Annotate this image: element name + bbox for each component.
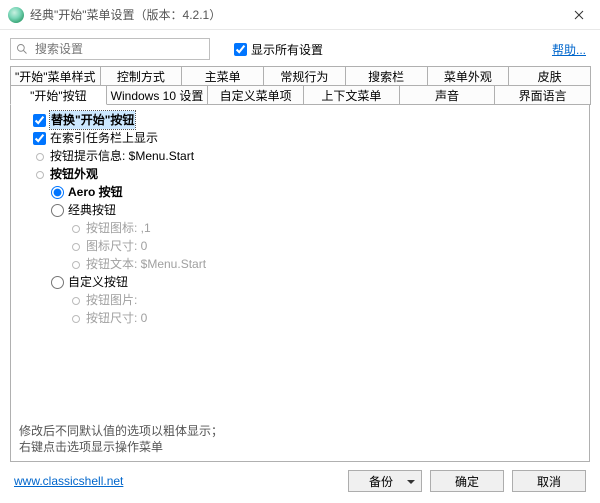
bullet-icon	[69, 258, 82, 271]
opt-classic-iconsize[interactable]: 图标尺寸: 0	[15, 237, 585, 255]
bullet-icon	[69, 240, 82, 253]
opt-label: 按钮图片:	[86, 291, 137, 309]
show-all-label: 显示所有设置	[251, 41, 323, 58]
show-all-checkbox[interactable]: 显示所有设置	[234, 41, 323, 58]
tab-menu-look[interactable]: 菜单外观	[427, 66, 510, 86]
tab-sounds[interactable]: 声音	[399, 85, 496, 105]
tab-row-1: "开始"菜单样式 控制方式 主菜单 常规行为 搜索栏 菜单外观 皮肤	[10, 66, 590, 86]
tab-start-menu-style[interactable]: "开始"菜单样式	[10, 66, 101, 86]
hint-line: 右键点击选项显示操作菜单	[19, 439, 223, 455]
opt-classic-button[interactable]: 经典按钮	[15, 201, 585, 219]
opt-custom-button[interactable]: 自定义按钮	[15, 273, 585, 291]
search-icon	[11, 43, 33, 55]
bullet-icon	[69, 294, 82, 307]
bullet-icon	[69, 222, 82, 235]
show-all-input[interactable]	[234, 43, 247, 56]
close-button[interactable]	[558, 0, 600, 30]
title-bar: 经典"开始"菜单设置（版本：4.2.1）	[0, 0, 600, 30]
opt-label: Aero 按钮	[68, 183, 123, 201]
tab-language[interactable]: 界面语言	[494, 85, 591, 105]
bullet-icon	[69, 312, 82, 325]
search-box[interactable]	[10, 38, 210, 60]
opt-label: 在索引任务栏上显示	[50, 129, 158, 147]
tab-controls[interactable]: 控制方式	[100, 66, 183, 86]
website-link[interactable]: www.classicshell.net	[14, 474, 123, 488]
group-button-look: 按钮外观	[15, 165, 585, 183]
tab-search-box[interactable]: 搜索栏	[345, 66, 428, 86]
opt-custom-size[interactable]: 按钮尺寸: 0	[15, 309, 585, 327]
toolbar: 显示所有设置 帮助...	[0, 30, 600, 66]
opt-label: 按钮文本: $Menu.Start	[86, 255, 206, 273]
tab-start-button[interactable]: "开始"按钮	[10, 85, 107, 105]
hint-text: 修改后不同默认值的选项以粗体显示； 右键点击选项显示操作菜单	[19, 423, 223, 455]
tab-windows10-settings[interactable]: Windows 10 设置	[106, 85, 209, 105]
opt-aero-button[interactable]: Aero 按钮	[15, 183, 585, 201]
settings-tree: 替换"开始"按钮 在索引任务栏上显示 按钮提示信息: $Menu.Start 按…	[15, 111, 585, 327]
help-link[interactable]: 帮助...	[552, 41, 590, 58]
radio-icon[interactable]	[51, 186, 64, 199]
tab-general-behavior[interactable]: 常规行为	[263, 66, 346, 86]
search-input[interactable]	[33, 39, 203, 59]
opt-label: 经典按钮	[68, 201, 116, 219]
opt-show-taskbars[interactable]: 在索引任务栏上显示	[15, 129, 585, 147]
opt-classic-text[interactable]: 按钮文本: $Menu.Start	[15, 255, 585, 273]
opt-button-tooltip[interactable]: 按钮提示信息: $Menu.Start	[15, 147, 585, 165]
bullet-icon	[33, 168, 46, 181]
tab-customize-menu[interactable]: 自定义菜单项	[207, 85, 304, 105]
settings-panel: 替换"开始"按钮 在索引任务栏上显示 按钮提示信息: $Menu.Start 按…	[10, 104, 590, 462]
opt-custom-image[interactable]: 按钮图片:	[15, 291, 585, 309]
window-title: 经典"开始"菜单设置（版本：4.2.1）	[30, 6, 558, 23]
tab-skin[interactable]: 皮肤	[508, 66, 591, 86]
opt-classic-icon[interactable]: 按钮图标: ,1	[15, 219, 585, 237]
tab-main-menu[interactable]: 主菜单	[181, 66, 264, 86]
opt-label: 按钮图标: ,1	[86, 219, 151, 237]
opt-label: 按钮尺寸: 0	[86, 309, 147, 327]
checkbox-icon[interactable]	[33, 114, 46, 127]
radio-icon[interactable]	[51, 276, 64, 289]
tab-strip: "开始"菜单样式 控制方式 主菜单 常规行为 搜索栏 菜单外观 皮肤 "开始"按…	[0, 66, 600, 105]
opt-label: 图标尺寸: 0	[86, 237, 147, 255]
ok-button[interactable]: 确定	[430, 470, 504, 492]
footer-bar: www.classicshell.net 备份 确定 取消	[0, 462, 600, 500]
radio-icon[interactable]	[51, 204, 64, 217]
opt-label: 按钮提示信息: $Menu.Start	[50, 147, 194, 165]
hint-line: 修改后不同默认值的选项以粗体显示；	[19, 423, 223, 439]
tab-row-2: "开始"按钮 Windows 10 设置 自定义菜单项 上下文菜单 声音 界面语…	[10, 85, 590, 105]
bullet-icon	[33, 150, 46, 163]
opt-replace-start-button[interactable]: 替换"开始"按钮	[15, 111, 585, 129]
close-icon	[574, 10, 584, 20]
cancel-button[interactable]: 取消	[512, 470, 586, 492]
group-label: 按钮外观	[50, 165, 98, 183]
opt-label: 替换"开始"按钮	[50, 111, 135, 129]
app-icon	[8, 7, 24, 23]
opt-label: 自定义按钮	[68, 273, 128, 291]
checkbox-icon[interactable]	[33, 132, 46, 145]
tab-context-menu[interactable]: 上下文菜单	[303, 85, 400, 105]
backup-button[interactable]: 备份	[348, 470, 422, 492]
